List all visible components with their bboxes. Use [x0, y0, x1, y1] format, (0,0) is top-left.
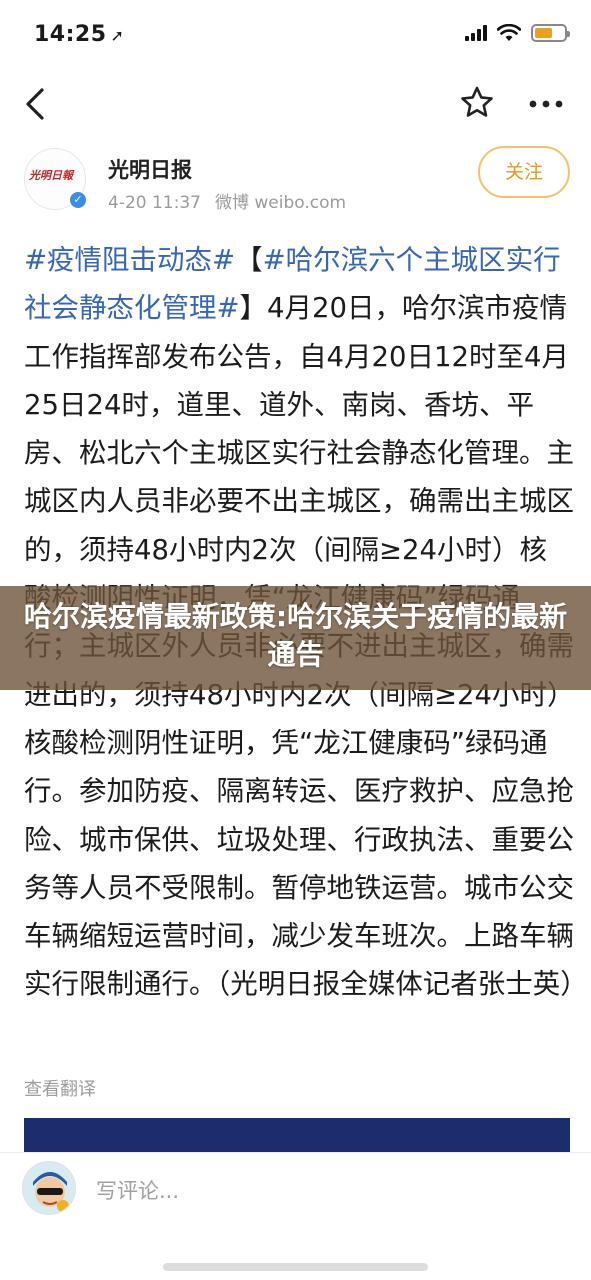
status-icons	[465, 24, 570, 42]
title-banner: 哈尔滨疫情最新政策:哈尔滨关于疫情的最新通告	[0, 586, 591, 690]
post-meta: 4-20 11:37 微博 weibo.com	[108, 188, 360, 213]
star-outline-icon[interactable]	[458, 84, 496, 122]
translate-link[interactable]: 查看翻译	[24, 1075, 96, 1101]
cellular-signal-icon	[465, 25, 487, 41]
status-bar: 14:25 ➚	[0, 0, 591, 68]
follow-button[interactable]: 关注	[478, 146, 570, 198]
post-image[interactable]	[24, 1118, 570, 1152]
location-arrow-icon: ➚	[110, 26, 125, 45]
status-time-text: 14:25	[34, 22, 107, 47]
more-horizontal-icon[interactable]	[526, 88, 566, 120]
wifi-icon	[497, 24, 521, 41]
status-time: 14:25 ➚	[34, 22, 124, 47]
bracket-open: 【	[235, 244, 263, 276]
home-indicator[interactable]	[163, 1263, 428, 1271]
battery-icon	[531, 24, 570, 42]
author-name[interactable]: 光明日报	[108, 154, 192, 184]
author-header: 光明日報 ✓ 光明日报 4-20 11:37 微博 weibo.com 关注	[0, 140, 591, 216]
hashtag-link[interactable]: #疫情阻击动态#	[24, 244, 235, 276]
comment-bar: 写评论...	[0, 1152, 591, 1280]
user-avatar[interactable]	[22, 1161, 76, 1215]
post-date: 4-20 11:37	[108, 193, 201, 213]
banner-title: 哈尔滨疫情最新政策:哈尔滨关于疫情的最新通告	[23, 600, 568, 671]
nav-bar	[0, 70, 591, 140]
comment-input[interactable]: 写评论...	[96, 1175, 179, 1205]
post-source: 微博 weibo.com	[214, 193, 347, 213]
guangming-daily-logo: 光明日報	[29, 169, 73, 182]
cartoon-avatar-icon	[23, 1162, 75, 1214]
chevron-left-icon[interactable]	[18, 84, 54, 124]
verified-badge-icon: ✓	[68, 190, 88, 210]
bracket-close: 】	[239, 292, 268, 325]
